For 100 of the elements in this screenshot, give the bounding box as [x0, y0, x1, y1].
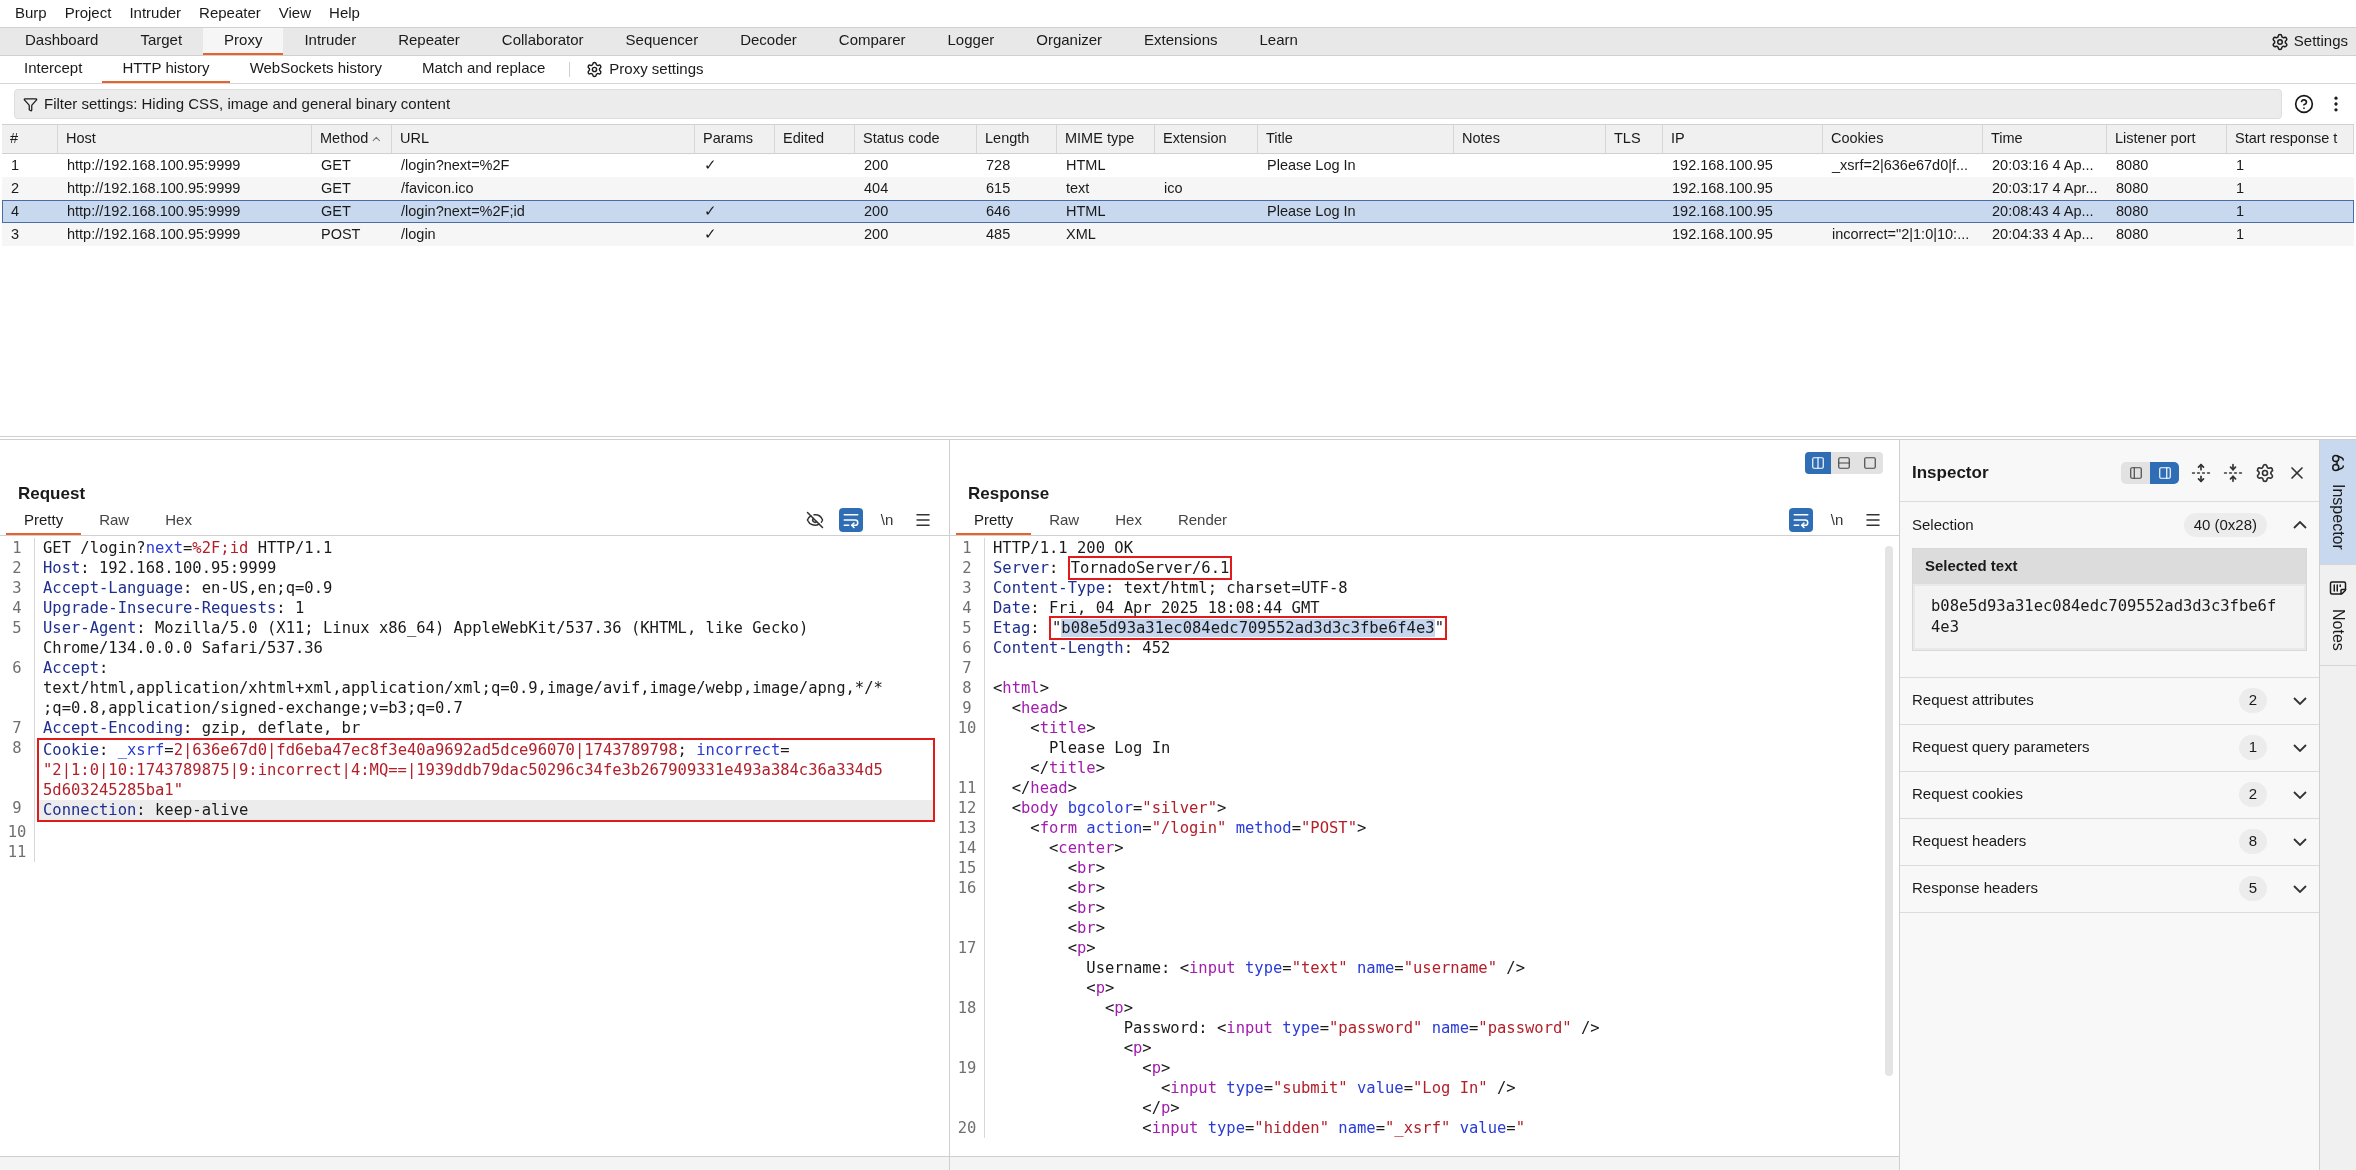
menu-item[interactable]: Intruder — [120, 2, 191, 25]
main-tab[interactable]: Learn — [1238, 28, 1319, 55]
main-tab[interactable]: Collaborator — [480, 28, 605, 55]
newline-button[interactable]: \n — [875, 508, 899, 532]
history-row[interactable]: 2 http://192.168.100.95:9999 GET /favicon.ico 404 615 text ico 192.168.100.95 20:03:17 4 Apr... 8080 1 — [2, 177, 2354, 200]
column-header[interactable]: Notes — [1454, 125, 1606, 153]
sub-tab[interactable]: Match and replace — [401, 56, 566, 83]
main-tab[interactable]: Organizer — [1015, 28, 1124, 55]
settings-icon[interactable] — [2255, 462, 2275, 483]
column-header[interactable]: Cookies — [1823, 125, 1983, 153]
inspector-section[interactable]: Request attributes 2 — [1900, 677, 2319, 725]
inspector-section[interactable]: Request query parameters 1 — [1900, 724, 2319, 772]
filter-bar[interactable]: Filter settings: Hiding CSS, image and general binary content — [14, 89, 2282, 119]
column-header[interactable]: TLS — [1606, 125, 1663, 153]
code-line: <p> — [1122, 1039, 1152, 1057]
column-header[interactable]: URL — [392, 125, 695, 153]
column-header[interactable]: IP — [1663, 125, 1823, 153]
table-cell-text: 20:03:16 4 Ap... — [1992, 155, 2094, 175]
code-line: </title> — [1029, 759, 1105, 777]
menu-item[interactable]: Project — [55, 2, 121, 25]
proxy-settings-button[interactable]: Proxy settings — [574, 56, 716, 83]
document-icon — [2329, 578, 2347, 597]
line-number: 15 — [956, 858, 978, 878]
settings-button[interactable]: Settings — [2270, 28, 2356, 55]
main-tab[interactable]: Decoder — [719, 28, 818, 55]
line-number: 10 — [956, 718, 978, 738]
menu-item[interactable]: Repeater — [190, 2, 270, 25]
help-icon[interactable] — [2294, 94, 2314, 114]
code-line: Accept-Language: en-US,en;q=0.9 — [43, 579, 333, 597]
code-line: <html> — [993, 679, 1049, 697]
main-tab[interactable]: Logger — [926, 28, 1016, 55]
code-line: </head> — [1010, 779, 1077, 797]
scrollbar[interactable] — [1885, 546, 1893, 1076]
section-label: Selection — [1912, 514, 1975, 535]
menu-item[interactable]: View — [269, 2, 321, 25]
inspector-section[interactable]: Response headers 5 — [1900, 865, 2319, 913]
table-cell-text: 192.168.100.95 — [1672, 155, 1773, 175]
column-header[interactable]: Extension — [1155, 125, 1258, 153]
main-tab[interactable]: Comparer — [817, 28, 927, 55]
column-header[interactable]: Title — [1258, 125, 1454, 153]
table-cell-text: http://192.168.100.95:9999 — [67, 201, 241, 221]
inspector-section[interactable]: Request cookies 2 — [1900, 771, 2319, 819]
column-header[interactable]: Start response t — [2227, 125, 2354, 153]
layout-icon[interactable] — [1805, 452, 1831, 474]
column-header[interactable]: Listener port — [2107, 125, 2227, 153]
sub-tab[interactable]: Intercept — [4, 56, 103, 83]
chevron-down-icon[interactable] — [2293, 743, 2307, 752]
main-tab[interactable]: Target — [119, 28, 204, 55]
column-header[interactable]: Params — [695, 125, 775, 153]
column-header[interactable]: Time — [1983, 125, 2107, 153]
column-header[interactable]: Method — [312, 125, 392, 153]
editor-tab[interactable]: Render — [1159, 507, 1246, 535]
chevron-up-icon[interactable] — [2293, 521, 2307, 529]
menu-item[interactable]: Help — [320, 2, 369, 25]
inspector-section[interactable]: Request headers 8 — [1900, 818, 2319, 866]
table-cell-text: 200 — [864, 201, 889, 221]
main-tab[interactable]: Sequencer — [604, 28, 720, 55]
side-tab[interactable]: Inspector — [2320, 440, 2356, 565]
newline-button[interactable]: \n — [1825, 508, 1849, 532]
main-tab[interactable]: Dashboard — [4, 28, 120, 55]
main-tab[interactable]: Proxy — [203, 28, 284, 55]
wrap-icon[interactable] — [1789, 508, 1813, 532]
layout-icon[interactable] — [1831, 452, 1857, 474]
panel-icon[interactable] — [2150, 461, 2179, 484]
chevron-down-icon[interactable] — [2293, 696, 2307, 705]
editor-tab[interactable]: Pretty — [956, 507, 1032, 535]
line-number: 1 — [11, 538, 23, 558]
column-header[interactable]: Status code — [855, 125, 977, 153]
table-cell-text: 4 — [11, 201, 20, 221]
menu-item[interactable]: Burp — [6, 2, 56, 25]
history-row[interactable]: 4 http://192.168.100.95:9999 GET /login?next=%2F;id ✓ 200 646 HTML Please Log In 192.168.100.95 20:08:43 4 Ap... 8080 1 — [2, 200, 2354, 223]
chevron-down-icon[interactable] — [2293, 790, 2307, 799]
column-header[interactable]: MIME type — [1057, 125, 1155, 153]
column-header[interactable]: # — [2, 125, 58, 153]
collapse-icon[interactable] — [2223, 462, 2243, 483]
history-row[interactable]: 3 http://192.168.100.95:9999 POST /login ✓ 200 485 XML 192.168.100.95 incorrect="2|1:0|10:... 20:04:33 4 Ap... 8080 1 — [2, 223, 2354, 246]
main-tab[interactable]: Repeater — [377, 28, 481, 55]
code-line: <br> — [1066, 899, 1105, 917]
sub-tab[interactable]: HTTP history — [102, 56, 230, 83]
panel-icon[interactable] — [2121, 461, 2150, 484]
chevron-down-icon[interactable] — [2293, 884, 2307, 893]
editor-tab[interactable]: Pretty — [6, 507, 82, 535]
expand-icon[interactable] — [2191, 462, 2211, 483]
table-cell-text: 200 — [864, 224, 889, 244]
line-number: 6 — [11, 658, 23, 678]
wrap-icon[interactable] — [839, 508, 863, 532]
editor-tab[interactable]: Raw — [1031, 507, 1098, 535]
column-header[interactable]: Host — [58, 125, 312, 153]
chevron-down-icon[interactable] — [2293, 837, 2307, 846]
column-header[interactable]: Length — [977, 125, 1057, 153]
sub-tab[interactable]: WebSockets history — [229, 56, 402, 83]
main-tab[interactable]: Intruder — [283, 28, 378, 55]
editor-tab[interactable]: Hex — [1097, 507, 1160, 535]
editor-tab[interactable]: Raw — [81, 507, 148, 535]
column-header[interactable]: Edited — [775, 125, 855, 153]
side-tab[interactable]: Notes — [2320, 564, 2356, 666]
main-tab[interactable]: Extensions — [1123, 28, 1239, 55]
layout-icon[interactable] — [1857, 452, 1883, 474]
annotation-box: TornadoServer/6.1 — [1067, 556, 1233, 580]
editor-tab[interactable]: Hex — [147, 507, 210, 535]
